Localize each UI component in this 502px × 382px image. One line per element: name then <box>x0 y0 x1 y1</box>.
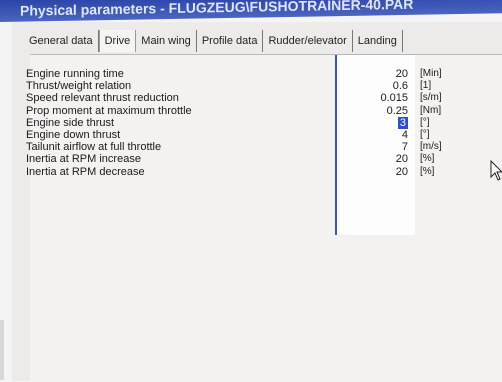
label-tailunit-airflow: Tailunit airflow at full throttle <box>26 141 162 154</box>
tab-rudder-elevator[interactable]: Rudder/elevator <box>263 30 353 52</box>
label-inertia-rpm-increase: Inertia at RPM increase <box>26 153 141 166</box>
unit-engine-down-thrust: [°] <box>420 128 430 140</box>
window-title: Physical parameters - FLUGZEUG\FUSHOTRAI… <box>0 0 502 23</box>
value-inertia-rpm-decrease[interactable]: 20 <box>348 166 408 178</box>
tab-strip: General data Drive Main wing Profile data Ru… <box>24 30 502 54</box>
window-edge <box>0 320 4 380</box>
value-thrust-weight-relation[interactable]: 0.6 <box>348 80 408 92</box>
unit-speed-thrust-reduction: [s/m] <box>420 92 442 104</box>
value-engine-down-thrust[interactable]: 4 <box>348 129 408 141</box>
unit-engine-side-thrust: [°] <box>420 116 430 128</box>
mouse-cursor-icon <box>490 159 502 182</box>
param-labels: Engine running time Thrust/weight relati… <box>26 68 192 178</box>
dialog-window: General data Drive Main wing Profile data Ru… <box>12 22 502 382</box>
tab-drive[interactable]: Drive <box>98 30 137 52</box>
unit-prop-moment: [Nm] <box>420 104 442 116</box>
value-engine-side-thrust[interactable]: 3 <box>348 116 408 129</box>
label-engine-running-time: Engine running time <box>26 68 124 80</box>
tab-landing[interactable]: Landing <box>353 30 403 52</box>
tab-main-wing[interactable]: Main wing <box>136 30 197 52</box>
label-speed-thrust-reduction: Speed relevant thrust reduction <box>26 92 179 105</box>
value-engine-running-time[interactable]: 20 <box>348 68 408 80</box>
selected-value-text: 3 <box>397 116 408 129</box>
tab-general-data[interactable]: General data <box>24 30 99 52</box>
param-units: [Min] [1] [s/m] [Nm] [°] [°] [m/s] [%] [… <box>420 68 442 178</box>
value-inertia-rpm-increase[interactable]: 20 <box>348 153 408 165</box>
unit-thrust-weight-relation: [1] <box>420 80 432 92</box>
label-inertia-rpm-decrease: Inertia at RPM decrease <box>26 165 145 178</box>
label-prop-moment: Prop moment at maximum throttle <box>26 104 192 117</box>
tab-profile-data[interactable]: Profile data <box>197 30 264 52</box>
param-values: 20 0.6 0.015 0.25 3 4 7 20 20 <box>348 68 408 178</box>
unit-tailunit-airflow: [m/s] <box>420 141 442 153</box>
value-prop-moment[interactable]: 0.25 <box>348 105 408 117</box>
unit-inertia-rpm-decrease: [%] <box>420 165 435 177</box>
unit-inertia-rpm-increase: [%] <box>420 153 435 165</box>
label-engine-side-thrust: Engine side thrust <box>26 116 115 129</box>
value-tailunit-airflow[interactable]: 7 <box>348 141 408 153</box>
label-thrust-weight-relation: Thrust/weight relation <box>26 80 132 93</box>
value-speed-thrust-reduction[interactable]: 0.015 <box>348 92 408 104</box>
unit-engine-running-time: [Min] <box>420 68 442 79</box>
label-engine-down-thrust: Engine down thrust <box>26 128 121 141</box>
